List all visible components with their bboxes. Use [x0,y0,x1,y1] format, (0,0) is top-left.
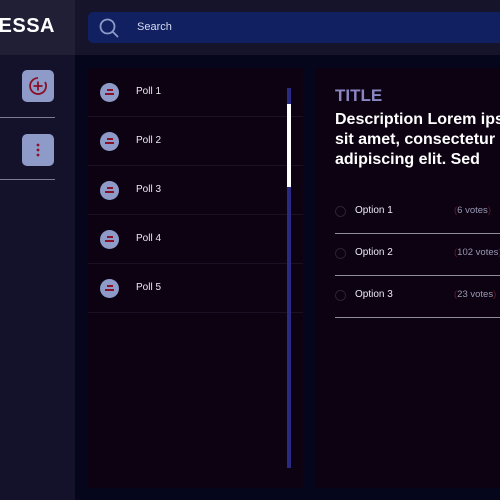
brand: DESSA [0,0,75,55]
poll-label: Poll 4 [136,233,162,244]
poll-list-item[interactable]: Poll 4 [88,215,303,264]
radio-button[interactable] [335,206,346,217]
poll-label: Poll 1 [136,86,162,97]
vote-count: (102 votes) [454,247,500,258]
poll-icon [100,132,119,151]
brand-name: DESSA [0,15,55,37]
radio-button[interactable] [335,248,346,259]
search-input[interactable]: Search [137,21,172,33]
scrollbar-thumb[interactable] [287,104,291,187]
poll-list-item[interactable]: Poll 1 [88,68,303,117]
poll-label: Poll 3 [136,184,162,195]
poll-option[interactable]: Option 1 (6 votes) [335,192,500,234]
sidebar-divider [0,179,55,180]
poll-detail: TITLE Description Lorem ipsum dolor sit … [315,68,500,488]
sidebar-divider [0,117,55,118]
radio-button[interactable] [335,290,346,301]
poll-label: Poll 2 [136,135,162,146]
poll-list-item[interactable]: Poll 3 [88,166,303,215]
vote-count: (23 votes) [454,289,497,300]
poll-description: Description Lorem ipsum dolor sit amet, … [335,111,500,168]
search-icon [99,18,119,38]
vote-count: (6 votes) [454,205,491,216]
poll-list-item[interactable]: Poll 5 [88,264,303,313]
poll-icon [100,181,119,200]
option-label: Option 3 [355,289,393,300]
poll-icon [100,230,119,249]
search-bar[interactable]: Search [88,12,500,43]
poll-list-item[interactable]: Poll 2 [88,117,303,166]
poll-icon [100,83,119,102]
poll-label: Poll 5 [136,282,162,293]
app-root: DESSA Search [0,0,500,500]
option-label: Option 1 [355,205,393,216]
poll-title: TITLE [335,86,383,105]
poll-icon [100,279,119,298]
more-vertical-icon [36,143,40,157]
poll-list: Poll 1 Poll 2 Poll 3 Poll 4 Poll 5 [88,68,303,488]
plus-circle-icon [29,77,47,95]
poll-option[interactable]: Option 3 (23 votes) [335,276,500,318]
add-poll-button[interactable] [22,70,54,102]
more-options-button[interactable] [22,134,54,166]
top-bar: DESSA Search [0,0,500,55]
option-label: Option 2 [355,247,393,258]
poll-option[interactable]: Option 2 (102 votes) [335,234,500,276]
sidebar [0,55,75,500]
